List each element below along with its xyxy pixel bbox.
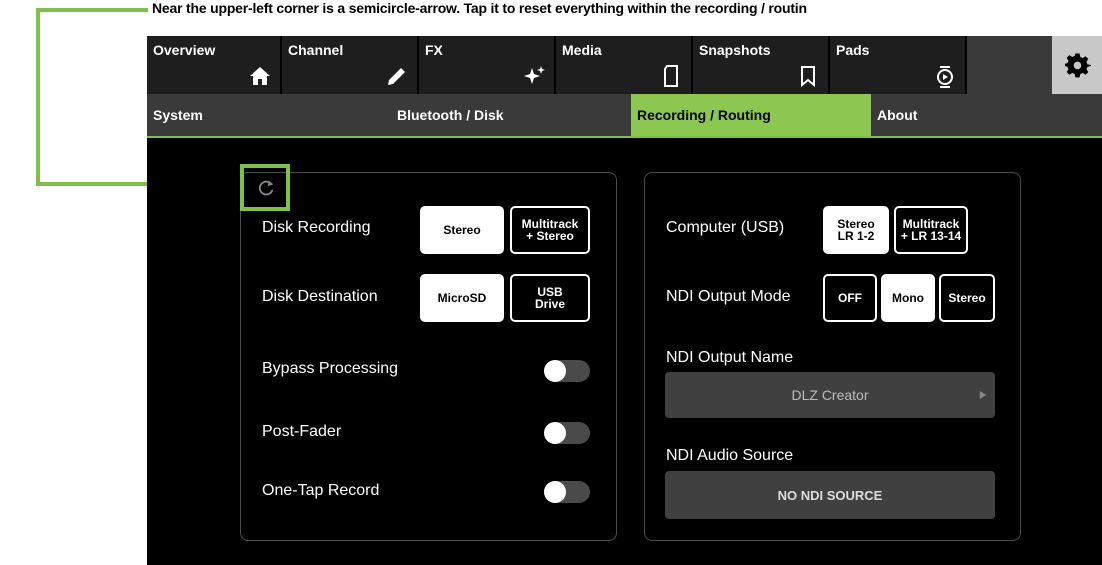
tab-pads[interactable]: Pads [830,36,967,94]
ndi-output-name-value: DLZ Creator [791,387,869,403]
post-fader-toggle[interactable] [544,422,590,444]
settings-button[interactable] [1052,36,1102,94]
ndi-output-name-label: NDI Output Name [666,349,794,366]
one-tap-record-label: One-Tap Record [262,482,380,499]
computer-usb-label: Computer (USB) [666,219,785,236]
gear-icon [1065,53,1091,78]
play-arrow-icon [979,391,987,399]
disk-destination-microsd-button[interactable]: MicroSD [420,274,504,322]
mixer-screen: Overview Channel FX Media Snapshots Pads [147,36,1102,565]
subtab-recording-routing[interactable]: Recording / Routing [631,94,871,136]
post-fader-label: Post-Fader [262,423,342,440]
subtab-system[interactable]: System [147,94,385,136]
annotation-text: Near the upper-left corner is a semicirc… [152,0,807,16]
bypass-processing-toggle[interactable] [544,360,590,382]
disk-destination-label: Disk Destination [262,288,378,305]
tab-fx[interactable]: FX [419,36,556,94]
top-nav: Overview Channel FX Media Snapshots Pads [147,36,1102,94]
tab-media-label: Media [562,42,602,58]
reset-button[interactable] [240,164,290,211]
subtab-about[interactable]: About [871,94,1102,136]
bookmark-icon [801,66,815,88]
annotation-leader-vertical [36,8,40,186]
tab-overview-label: Overview [153,42,216,58]
bypass-processing-label: Bypass Processing [262,360,399,377]
sparkle-icon [524,66,545,84]
ndi-audio-source-field[interactable]: NO NDI SOURCE [665,471,995,519]
home-icon [250,67,270,85]
ndi-mode-mono-button[interactable]: Mono [881,274,935,322]
pencil-icon [388,68,405,85]
tab-channel-label: Channel [288,42,344,58]
ndi-audio-source-value: NO NDI SOURCE [777,487,883,503]
pads-icon [937,66,953,88]
annotation-leader-top [36,8,148,12]
tab-snapshots[interactable]: Snapshots [693,36,830,94]
disk-recording-stereo-button[interactable]: Stereo [420,206,504,254]
toggle-knob [544,360,566,382]
ndi-output-mode-label: NDI Output Mode [666,288,791,305]
subtab-bluetooth-disk[interactable]: Bluetooth / Disk [391,94,629,136]
ndi-mode-off-button[interactable]: OFF [823,274,877,322]
ndi-mode-stereo-button[interactable]: Stereo [939,274,995,322]
disk-recording-label: Disk Recording [262,219,371,236]
reset-arrow-icon [258,180,274,196]
tab-fx-label: FX [425,42,443,58]
sub-nav: System Bluetooth / Disk Recording / Rout… [147,94,1102,138]
ndi-output-name-field[interactable]: DLZ Creator [665,372,995,418]
tab-pads-label: Pads [836,42,870,58]
disk-destination-usb-button[interactable]: USB Drive [510,274,590,322]
ndi-audio-source-label: NDI Audio Source [666,447,794,464]
toggle-knob [544,481,566,503]
computer-usb-stereo-button[interactable]: Stereo LR 1-2 [823,206,889,254]
sd-card-icon [664,65,678,87]
toggle-knob [544,422,566,444]
tab-overview[interactable]: Overview [147,36,282,94]
tab-media[interactable]: Media [556,36,693,94]
computer-usb-multitrack-button[interactable]: Multitrack + LR 13-14 [894,206,968,254]
tab-channel[interactable]: Channel [282,36,419,94]
disk-recording-multitrack-button[interactable]: Multitrack + Stereo [510,206,590,254]
one-tap-record-toggle[interactable] [544,481,590,503]
tab-snapshots-label: Snapshots [699,42,771,58]
